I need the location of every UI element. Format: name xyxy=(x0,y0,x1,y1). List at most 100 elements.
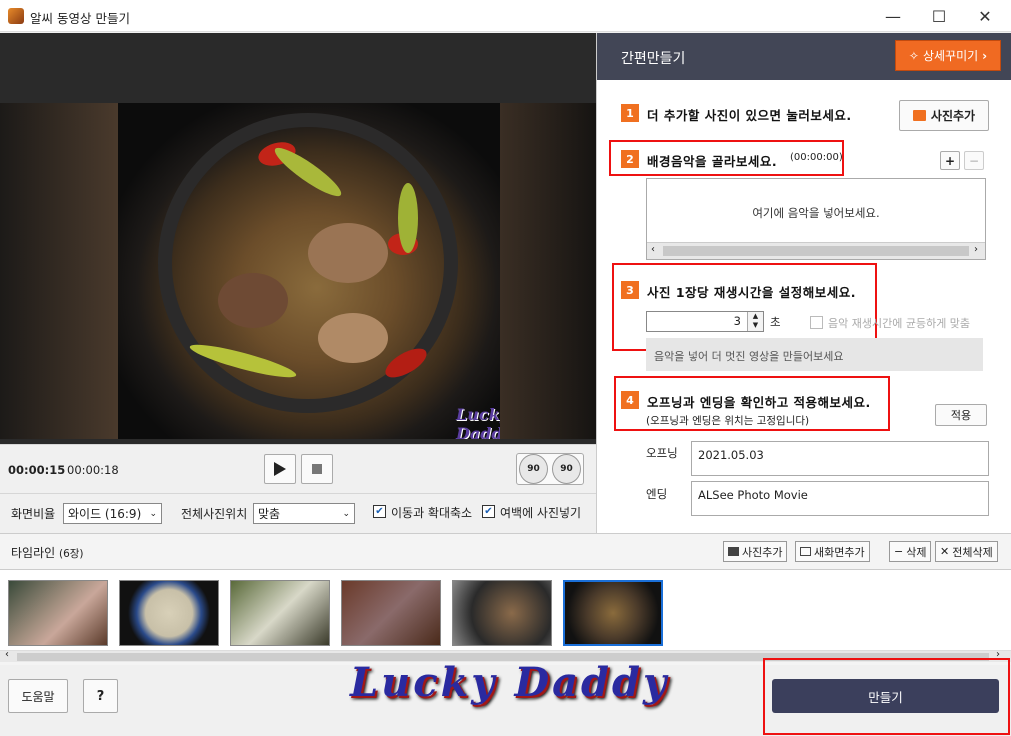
footer-watermark: Lucky Daddy xyxy=(350,659,670,706)
scroll-thumb[interactable] xyxy=(663,246,969,256)
position-select[interactable]: 맞춤 ⌄ xyxy=(253,503,355,524)
scroll-left-icon[interactable]: ‹ xyxy=(5,649,9,660)
total-time: 00:00:18 xyxy=(67,463,119,477)
ratio-select[interactable]: 와이드 (16:9) ⌄ xyxy=(63,503,162,524)
rotate-group: 90 90 xyxy=(516,453,584,485)
timeline: 타임라인 (6장) 사진추가 새화면추가 − 삭제 ✕ 전체삭제 ‹ › xyxy=(0,533,1011,665)
delete-label: 삭제 xyxy=(906,545,927,559)
step1-number: 1 xyxy=(621,104,639,122)
scroll-left-icon[interactable]: ‹ xyxy=(651,244,655,255)
stepper-up-icon[interactable]: ▲ xyxy=(748,312,763,321)
stepper-down-icon[interactable]: ▼ xyxy=(748,321,763,330)
timeline-thumbnail[interactable] xyxy=(8,580,108,646)
settings-row: 화면비율 와이드 (16:9) ⌄ 전체사진위치 맞춤 ⌄ ✔ 이동과 확대축소… xyxy=(0,493,596,533)
music-hscrollbar[interactable]: ‹ › xyxy=(647,242,985,259)
timeline-thumbnail[interactable] xyxy=(341,580,441,646)
ending-field[interactable]: ALSee Photo Movie xyxy=(691,481,989,516)
add-photo-icon xyxy=(728,547,739,556)
step1-text: 더 추가할 사진이 있으면 눌러보세요. xyxy=(647,108,852,123)
music-placeholder: 여기에 음악을 넣어보세요. xyxy=(752,206,880,220)
help-button[interactable]: 도움말 xyxy=(8,679,68,713)
seconds-stepper[interactable]: 3 ▲ ▼ xyxy=(646,311,764,332)
ratio-value: 와이드 (16:9) xyxy=(68,507,142,521)
add-music-button[interactable]: + xyxy=(940,151,960,170)
question-button[interactable]: ? xyxy=(83,679,118,713)
music-hint: 음악을 넣어 더 멋진 영상을 만들어보세요 xyxy=(646,338,983,371)
timeline-add-photo-label: 사진추가 xyxy=(742,545,783,559)
step3-number: 3 xyxy=(621,281,639,299)
ending-label: 엔딩 xyxy=(646,487,668,501)
preview-photo: Lucky Daddy xyxy=(118,103,500,439)
new-screen-button[interactable]: 새화면추가 xyxy=(795,541,870,562)
timeline-strip[interactable]: ‹ › xyxy=(0,569,1011,662)
sync-music-label: 음악 재생시간에 균등하게 맞춤 xyxy=(828,317,971,330)
step4-subtext: (오프닝과 엔딩은 위치는 고정입니다) xyxy=(646,415,810,427)
add-photo-button[interactable]: 사진추가 xyxy=(899,100,989,131)
remove-music-button[interactable]: − xyxy=(964,151,984,170)
chevron-down-icon: ⌄ xyxy=(342,508,350,519)
app-icon xyxy=(8,8,24,24)
stepper-arrows[interactable]: ▲ ▼ xyxy=(747,312,763,331)
maximize-button[interactable]: ☐ xyxy=(916,0,962,32)
timeline-thumbnail[interactable] xyxy=(119,580,219,646)
stop-button[interactable] xyxy=(301,454,333,484)
rotate-left-icon[interactable]: 90 xyxy=(519,454,548,484)
timeline-header: 타임라인 (6장) 사진추가 새화면추가 − 삭제 ✕ 전체삭제 xyxy=(0,534,1011,569)
step2-number: 2 xyxy=(621,150,639,168)
add-photo-label: 사진추가 xyxy=(930,109,976,123)
step4-number: 4 xyxy=(621,391,639,409)
fill-margin-label: 여백에 사진넣기 xyxy=(500,506,582,520)
delete-all-label: 전체삭제 xyxy=(952,545,993,559)
apply-button[interactable]: 적용 xyxy=(935,404,987,426)
magic-wand-icon: ✧ xyxy=(908,48,919,63)
x-icon: ✕ xyxy=(940,545,950,558)
close-button[interactable]: ✕ xyxy=(962,0,1008,32)
make-button[interactable]: 만들기 xyxy=(772,679,999,713)
delete-button[interactable]: − 삭제 xyxy=(889,541,932,562)
pan-zoom-label: 이동과 확대축소 xyxy=(391,506,473,520)
step3-text: 사진 1장당 재생시간을 설정해보세요. xyxy=(647,285,857,300)
opening-field[interactable]: 2021.05.03 xyxy=(691,441,989,476)
footer: 도움말 ? Lucky Daddy 만들기 xyxy=(0,658,1011,736)
music-list[interactable]: 여기에 음악을 넣어보세요. ‹ › xyxy=(646,178,986,260)
blur-background-right xyxy=(500,103,596,439)
step4-text: 오프닝과 엔딩을 확인하고 적용해보세요. xyxy=(647,395,871,410)
timeline-add-photo-button[interactable]: 사진추가 xyxy=(723,541,788,562)
sync-music-checkbox[interactable] xyxy=(810,316,823,329)
detail-decorate-button[interactable]: ✧ 상세꾸미기 › xyxy=(895,40,1001,71)
opening-label: 오프닝 xyxy=(646,446,678,460)
scroll-right-icon[interactable]: › xyxy=(974,244,978,255)
play-icon xyxy=(274,462,286,476)
timeline-title: 타임라인 (6장) xyxy=(11,544,84,561)
food-meat xyxy=(308,223,388,283)
position-value: 맞춤 xyxy=(258,507,281,521)
easy-create-panel: 간편만들기 ✧ 상세꾸미기 › 1 더 추가할 사진이 있으면 눌러보세요. 사… xyxy=(596,33,1011,533)
chevron-right-icon: › xyxy=(982,48,988,63)
rotate-right-icon[interactable]: 90 xyxy=(552,454,581,484)
play-button[interactable] xyxy=(264,454,296,484)
food-meat xyxy=(318,313,388,363)
timeline-count: (6장) xyxy=(59,548,84,560)
panel-header: 간편만들기 ✧ 상세꾸미기 › xyxy=(597,33,1011,80)
new-screen-icon xyxy=(800,547,811,556)
chevron-down-icon: ⌄ xyxy=(149,508,157,519)
timeline-thumbnail[interactable] xyxy=(452,580,552,646)
current-time: 00:00:15 xyxy=(8,463,66,477)
stop-icon xyxy=(312,464,322,474)
fill-margin-checkbox[interactable]: ✔ xyxy=(482,505,495,518)
video-preview: Lucky Daddy xyxy=(0,33,596,444)
app-window: 알씨 동영상 만들기 — ☐ ✕ Lucky Daddy xyxy=(0,0,1011,736)
scroll-right-icon[interactable]: › xyxy=(996,649,1000,660)
delete-all-button[interactable]: ✕ 전체삭제 xyxy=(935,541,998,562)
timeline-thumbnail-selected[interactable] xyxy=(563,580,663,646)
minimize-button[interactable]: — xyxy=(870,0,916,32)
add-photo-icon xyxy=(912,110,926,121)
blur-background-left xyxy=(0,103,118,439)
seconds-unit: 초 xyxy=(770,315,781,329)
detail-button-label: 상세꾸미기 xyxy=(922,49,979,63)
ratio-label: 화면비율 xyxy=(11,507,56,521)
timeline-thumbnail[interactable] xyxy=(230,580,330,646)
pan-zoom-checkbox[interactable]: ✔ xyxy=(373,505,386,518)
preview-frame: Lucky Daddy xyxy=(0,103,596,439)
food-greenpepper xyxy=(398,183,418,253)
